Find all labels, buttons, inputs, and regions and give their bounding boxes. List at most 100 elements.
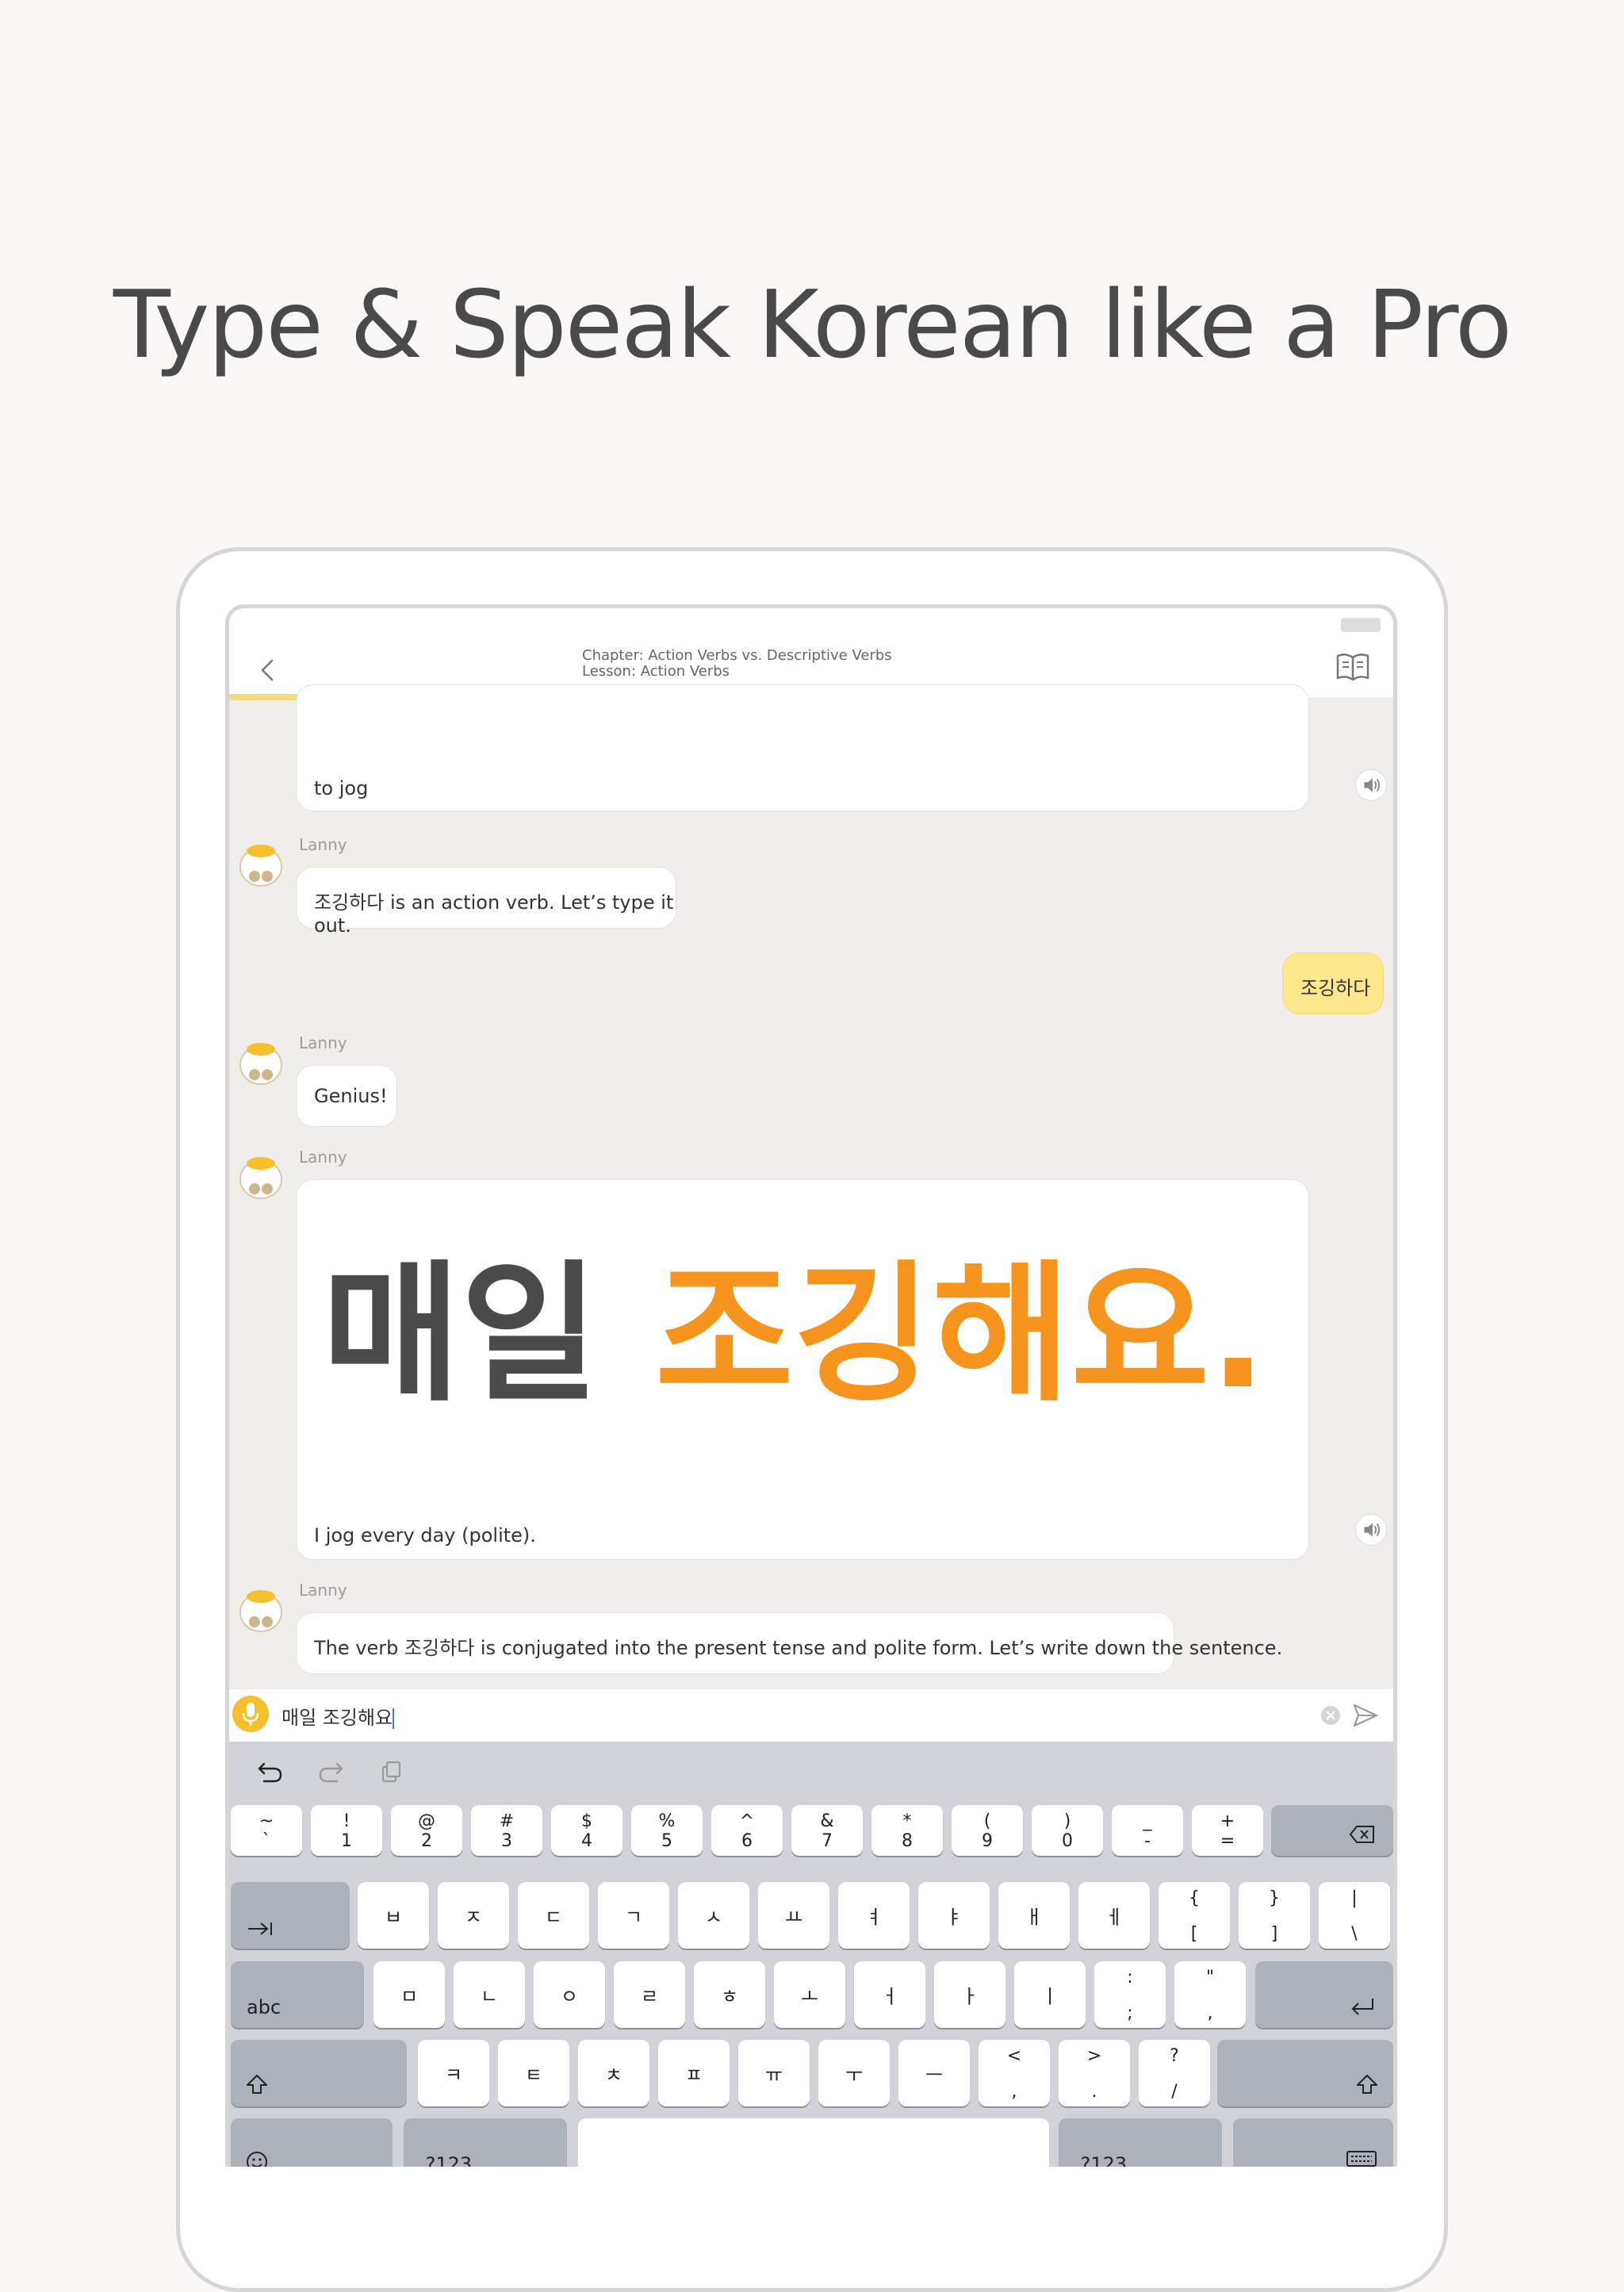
key-label: ㅕ xyxy=(864,1906,883,1929)
key-top-label: ) xyxy=(1063,1811,1071,1831)
key[interactable]: ㅠ xyxy=(738,2040,810,2106)
key[interactable]: ㅁ xyxy=(373,1961,445,2028)
key-bottom-label: / xyxy=(1171,2082,1178,2102)
key[interactable]: * 8 xyxy=(871,1805,943,1856)
key[interactable]: ~ ` xyxy=(231,1805,302,1856)
key[interactable]: #3 xyxy=(471,1805,542,1856)
abc-key[interactable]: abc xyxy=(231,1961,364,2028)
speaker-icon[interactable] xyxy=(1355,769,1387,801)
key[interactable]: ㅈ xyxy=(438,1882,509,1949)
bot-image-message: 매일 조깅해요. I jog every day (polite). xyxy=(296,1179,1309,1560)
key-label: ㅊ xyxy=(604,2064,623,2087)
key-label: ㄹ xyxy=(640,1985,659,2008)
key[interactable]: ㅑ xyxy=(918,1882,990,1949)
key[interactable]: ㄴ xyxy=(454,1961,525,2028)
key-label: ㅋ xyxy=(444,2064,463,2087)
microphone-button[interactable] xyxy=(232,1696,269,1732)
key-top-label: { xyxy=(1189,1888,1200,1908)
sender-name: Lanny xyxy=(299,1581,347,1600)
headline: Type & Speak Korean like a Pro xyxy=(113,270,1512,379)
key[interactable]: {[ xyxy=(1159,1882,1230,1949)
bot-message: 조깅하다 is an action verb. Let’s type it ou… xyxy=(296,867,676,937)
key-label: ㅌ xyxy=(524,2064,543,2087)
key[interactable]: ㅛ xyxy=(758,1882,829,1949)
key[interactable]: ^ 6 xyxy=(711,1805,783,1856)
key[interactable]: ㄷ xyxy=(518,1882,589,1949)
key[interactable]: _ - xyxy=(1112,1805,1183,1856)
numbers-key-right[interactable]: .?123 xyxy=(1059,2118,1222,2167)
key[interactable]: $4 xyxy=(551,1805,622,1856)
hide-keyboard-key[interactable] xyxy=(1233,2118,1393,2167)
key[interactable]: + = xyxy=(1192,1805,1263,1856)
key-label: ㅗ xyxy=(800,1985,819,2008)
key[interactable]: ", xyxy=(1174,1961,1246,2028)
key-label: ㅇ xyxy=(560,1985,579,2008)
key[interactable]: ㅅ xyxy=(678,1882,749,1949)
key[interactable]: ? / xyxy=(1139,2040,1210,2106)
paste-icon[interactable] xyxy=(377,1757,405,1786)
key[interactable]: ㅓ xyxy=(854,1961,925,2028)
key-top-label: + xyxy=(1220,1811,1235,1831)
sender-name: Lanny xyxy=(299,1148,347,1167)
key[interactable]: ㅋ xyxy=(418,2040,489,2106)
key[interactable]: :; xyxy=(1094,1961,1166,2028)
redo-icon[interactable] xyxy=(316,1757,345,1786)
key[interactable]: ㅔ xyxy=(1078,1882,1150,1949)
key[interactable]: & 7 xyxy=(791,1805,863,1856)
clear-icon[interactable] xyxy=(1320,1705,1341,1726)
key-top-label: & xyxy=(820,1811,834,1831)
key-bottom-label: . xyxy=(1091,2082,1097,2102)
key[interactable]: (9 xyxy=(952,1805,1023,1856)
message-text: 조깅하다 is an action verb. Let’s type it ou… xyxy=(314,891,674,937)
key[interactable]: ㅜ xyxy=(818,2040,890,2106)
return-key[interactable] xyxy=(1255,1961,1393,2028)
key[interactable]: ㅣ xyxy=(1014,1961,1086,2028)
undo-icon[interactable] xyxy=(256,1757,285,1786)
avatar xyxy=(239,838,283,887)
speaker-icon[interactable] xyxy=(1355,1514,1387,1546)
key[interactable]: ㅕ xyxy=(838,1882,910,1949)
key[interactable]: ㅍ xyxy=(658,2040,730,2106)
key[interactable]: ㅇ xyxy=(534,1961,605,2028)
key[interactable]: ) 0 xyxy=(1032,1805,1103,1856)
key-bottom-label: 4 xyxy=(581,1831,592,1851)
key[interactable]: ㅂ xyxy=(358,1882,429,1949)
shift-right-key[interactable] xyxy=(1217,2040,1393,2106)
emoji-key[interactable] xyxy=(231,2118,393,2167)
answer-input[interactable]: 매일 조깅해요 xyxy=(282,1702,395,1730)
key[interactable]: <, xyxy=(979,2040,1050,2106)
key[interactable]: ㅗ xyxy=(774,1961,845,2028)
space-bar[interactable] xyxy=(578,2118,1049,2167)
key-label: ㅈ xyxy=(464,1906,483,1929)
chat-area[interactable]: to jog Lanny 조깅하다 is an action verb. Let… xyxy=(229,684,1393,1674)
key-bottom-label: 9 xyxy=(982,1831,993,1851)
key[interactable]: ㅌ xyxy=(498,2040,569,2106)
tab-key[interactable] xyxy=(231,1882,350,1949)
key-top-label: * xyxy=(902,1811,912,1831)
key[interactable]: ㅡ xyxy=(898,2040,970,2106)
shift-left-key[interactable] xyxy=(231,2040,407,2106)
key[interactable]: ㅏ xyxy=(934,1961,1005,2028)
key[interactable]: }] xyxy=(1239,1882,1310,1949)
key[interactable]: % 5 xyxy=(631,1805,703,1856)
key[interactable]: | \ xyxy=(1319,1882,1390,1949)
sentence-image: 매일 조깅해요. xyxy=(314,1259,1369,1410)
key[interactable]: ㄱ xyxy=(598,1882,669,1949)
key[interactable]: ㅐ xyxy=(998,1882,1070,1949)
delete-key[interactable] xyxy=(1271,1805,1393,1856)
key-top-label: ~ xyxy=(259,1811,274,1831)
back-chevron-icon[interactable] xyxy=(253,654,285,686)
key-bottom-label: \ xyxy=(1351,1924,1358,1944)
key[interactable]: ㅎ xyxy=(694,1961,765,2028)
key[interactable]: >. xyxy=(1059,2040,1130,2106)
emoji-icon xyxy=(245,2150,269,2167)
key-bottom-label: 1 xyxy=(341,1831,352,1851)
key[interactable]: ㄹ xyxy=(614,1961,685,2028)
key[interactable]: ! 1 xyxy=(311,1805,382,1856)
key[interactable]: ㅊ xyxy=(578,2040,649,2106)
book-icon[interactable] xyxy=(1335,651,1371,683)
key-top-label: ^ xyxy=(739,1811,755,1831)
send-icon[interactable] xyxy=(1352,1702,1379,1729)
key[interactable]: @2 xyxy=(391,1805,462,1856)
numbers-key-left[interactable]: .?123 xyxy=(404,2118,567,2167)
